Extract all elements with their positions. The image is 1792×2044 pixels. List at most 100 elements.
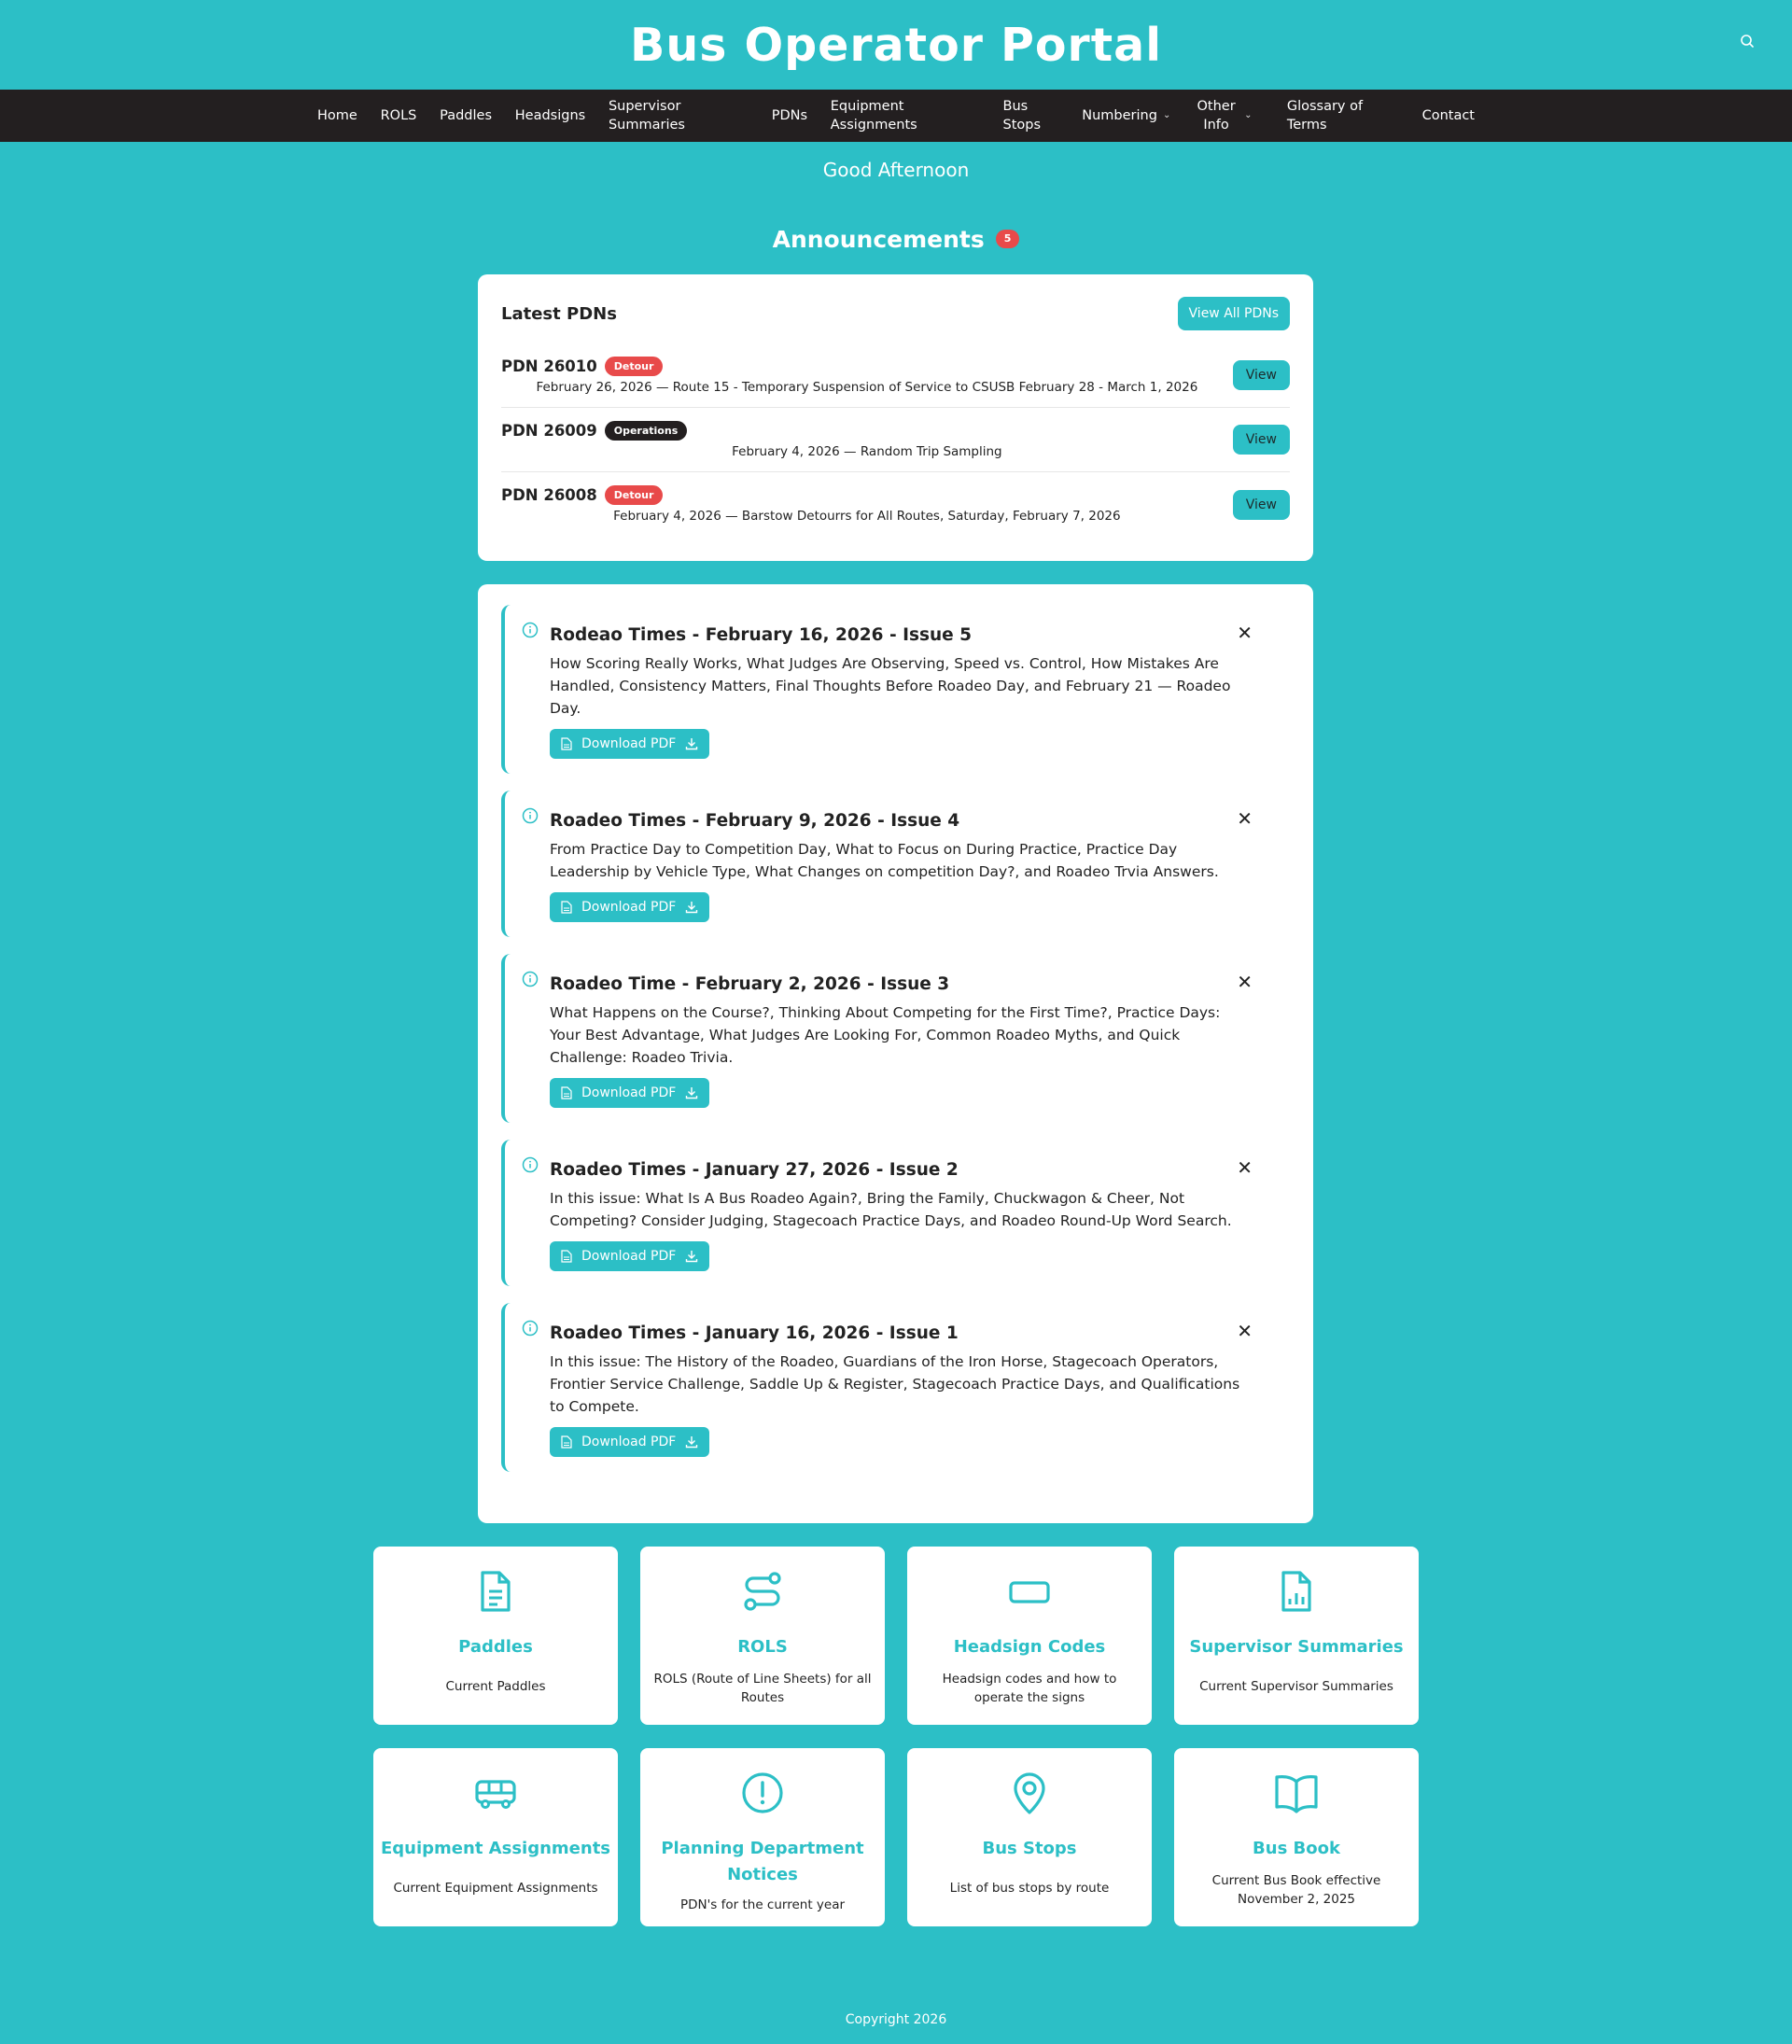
- newsletter-title: Rodeao Times - February 16, 2026 - Issue…: [550, 625, 973, 645]
- newsletter-item: ✕ Rodeao Times - February 16, 2026 - Iss…: [501, 605, 1290, 774]
- nav-headsigns[interactable]: Headsigns: [515, 106, 585, 125]
- download-label: Download PDF: [581, 900, 677, 915]
- pdn-description: February 4, 2026 — Random Trip Sampling: [732, 443, 1002, 459]
- main-nav: Home ROLS Paddles Headsigns Supervisor S…: [0, 90, 1792, 142]
- tile-title: Equipment Assignments: [380, 1839, 611, 1858]
- file-icon: [561, 1435, 572, 1449]
- newsletter-item: ✕ Roadeo Times - January 16, 2026 - Issu…: [501, 1303, 1290, 1472]
- tile-title: Planning Department Notices: [661, 1839, 864, 1884]
- newsletter-item: ✕ Roadeo Times - February 9, 2026 - Issu…: [501, 791, 1290, 937]
- info-icon: [522, 807, 539, 828]
- download-pdf-button[interactable]: Download PDF: [550, 892, 710, 922]
- tile-description: Current Paddles: [445, 1679, 546, 1694]
- chart-document-icon: [1174, 1569, 1419, 1616]
- newsletter-description: In this issue: What Is A Bus Roadeo Agai…: [550, 1190, 1232, 1229]
- download-icon: [686, 1251, 698, 1263]
- nav-home[interactable]: Home: [317, 106, 357, 125]
- nav-contact[interactable]: Contact: [1422, 106, 1475, 125]
- footer: Copyright 2026: [0, 2012, 1792, 2027]
- nav-numbering-label: Numbering: [1082, 108, 1157, 123]
- download-icon: [686, 1436, 698, 1449]
- download-label: Download PDF: [581, 1085, 677, 1100]
- tile-description: List of bus stops by route: [949, 1881, 1110, 1896]
- tile-headsign-codes[interactable]: Headsign Codes Headsign codes and how to…: [907, 1547, 1152, 1725]
- newsletter-card: ✕ Rodeao Times - February 16, 2026 - Iss…: [478, 584, 1313, 1523]
- pdn-view-button[interactable]: View: [1232, 489, 1290, 520]
- nav-rols[interactable]: ROLS: [381, 106, 417, 125]
- download-icon: [686, 738, 698, 750]
- tile-description: PDN's for the current year: [679, 1897, 846, 1912]
- site-header: Bus Operator Portal: [0, 0, 1792, 90]
- close-icon[interactable]: ✕: [1237, 1320, 1253, 1342]
- nav-equipment-assignments[interactable]: Equipment Assignments: [831, 97, 980, 134]
- newsletter-description: In this issue: The History of the Roadeo…: [550, 1353, 1240, 1415]
- pdn-tag-detour: Detour: [604, 356, 664, 376]
- tile-planning-department-notices[interactable]: Planning Department Notices PDN's for th…: [640, 1748, 885, 1926]
- download-pdf-button[interactable]: Download PDF: [550, 1241, 710, 1271]
- close-icon[interactable]: ✕: [1237, 1156, 1253, 1179]
- close-icon[interactable]: ✕: [1237, 971, 1253, 993]
- download-pdf-button[interactable]: Download PDF: [550, 729, 710, 759]
- announcement-count-badge: 5: [995, 230, 1020, 248]
- nav-glossary[interactable]: Glossary of Terms: [1287, 97, 1399, 134]
- pdn-tag-detour: Detour: [604, 485, 664, 505]
- close-icon[interactable]: ✕: [1237, 807, 1253, 830]
- download-pdf-button[interactable]: Download PDF: [550, 1427, 710, 1457]
- tile-paddles[interactable]: Paddles Current Paddles: [373, 1547, 618, 1725]
- download-pdf-button[interactable]: Download PDF: [550, 1078, 710, 1108]
- newsletter-item: ✕ Roadeo Time - February 2, 2026 - Issue…: [501, 954, 1290, 1123]
- nav-pdns[interactable]: PDNs: [772, 106, 807, 125]
- pdn-list: PDN 26010 Detour February 26, 2026 — Rou…: [501, 343, 1290, 537]
- tile-supervisor-summaries[interactable]: Supervisor Summaries Current Supervisor …: [1174, 1547, 1419, 1725]
- tile-bus-book[interactable]: Bus Book Current Bus Book effective Nove…: [1174, 1748, 1419, 1926]
- tile-bus-stops[interactable]: Bus Stops List of bus stops by route: [907, 1748, 1152, 1926]
- file-icon: [561, 901, 572, 914]
- pdn-description: February 26, 2026 — Route 15 - Temporary…: [536, 379, 1198, 395]
- tile-title: Paddles: [458, 1637, 533, 1657]
- nav-bus-stops[interactable]: Bus Stops: [1003, 97, 1059, 134]
- tile-description: Current Equipment Assignments: [393, 1881, 598, 1896]
- download-label: Download PDF: [581, 1435, 677, 1449]
- close-icon[interactable]: ✕: [1237, 622, 1253, 644]
- chevron-down-icon: ⌄: [1162, 110, 1171, 120]
- chevron-down-icon: ⌄: [1244, 110, 1253, 120]
- file-icon: [561, 737, 572, 750]
- bus-icon: [373, 1771, 618, 1817]
- download-icon: [686, 1087, 698, 1099]
- quick-links-grid: Paddles Current Paddles ROLS ROLS (Route…: [373, 1547, 1419, 1926]
- site-title: Bus Operator Portal: [630, 18, 1162, 72]
- tile-equipment-assignments[interactable]: Equipment Assignments Current Equipment …: [373, 1748, 618, 1926]
- tile-title: Bus Book: [1253, 1839, 1340, 1858]
- pdn-number: PDN 26008: [501, 486, 597, 504]
- tile-description: Headsign codes and how to operate the si…: [942, 1672, 1117, 1705]
- nav-paddles[interactable]: Paddles: [440, 106, 492, 125]
- pdn-row: PDN 26008 Detour February 4, 2026 — Bars…: [501, 472, 1290, 537]
- pdn-number: PDN 26009: [501, 421, 597, 440]
- newsletter-item: ✕ Roadeo Times - January 27, 2026 - Issu…: [501, 1140, 1290, 1286]
- info-icon: [522, 971, 539, 991]
- copyright-text: Copyright 2026: [845, 2012, 947, 2027]
- info-icon: [522, 1156, 539, 1177]
- tile-rols[interactable]: ROLS ROLS (Route of Line Sheets) for all…: [640, 1547, 885, 1725]
- pdn-number: PDN 26010: [501, 357, 597, 375]
- announcements-header: Announcements 5: [0, 222, 1792, 256]
- nav-numbering[interactable]: Numbering ⌄: [1082, 106, 1170, 125]
- nav-other-info[interactable]: Other Info ⌄: [1194, 97, 1264, 134]
- pdn-view-button[interactable]: View: [1232, 360, 1290, 390]
- newsletter-title: Roadeo Time - February 2, 2026 - Issue 3: [550, 974, 950, 994]
- book-icon: [1174, 1771, 1419, 1817]
- announcements-title: Announcements: [772, 225, 985, 253]
- view-all-pdns-button[interactable]: View All PDNs: [1177, 297, 1290, 330]
- pdn-row: PDN 26009 Operations February 4, 2026 — …: [501, 408, 1290, 472]
- search-icon[interactable]: [1736, 30, 1758, 52]
- alert-circle-icon: [640, 1771, 885, 1817]
- pdn-row: PDN 26010 Detour February 26, 2026 — Rou…: [501, 343, 1290, 408]
- newsletter-description: From Practice Day to Competition Day, Wh…: [550, 841, 1219, 880]
- pdn-view-button[interactable]: View: [1232, 425, 1290, 455]
- newsletter-title: Roadeo Times - January 16, 2026 - Issue …: [550, 1323, 959, 1343]
- pdn-tag-operations: Operations: [604, 420, 688, 441]
- tile-title: ROLS: [737, 1637, 788, 1657]
- nav-supervisor-summaries[interactable]: Supervisor Summaries: [609, 97, 749, 134]
- tile-title: Bus Stops: [982, 1839, 1077, 1858]
- document-icon: [373, 1569, 618, 1616]
